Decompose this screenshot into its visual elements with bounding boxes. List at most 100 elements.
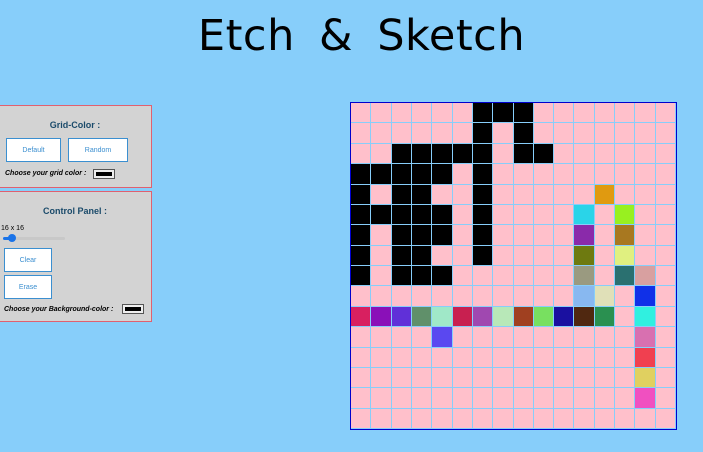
grid-cell[interactable] [554,367,575,389]
grid-cell[interactable] [371,164,392,185]
grid-cell[interactable] [351,286,372,307]
grid-cell[interactable] [371,367,392,389]
grid-cell[interactable] [411,184,433,205]
grid-cell[interactable] [452,164,473,185]
grid-cell[interactable] [452,347,473,368]
grid-cell[interactable] [472,408,494,429]
grid-cell[interactable] [432,245,453,266]
grid-cell[interactable] [594,143,616,165]
erase-button[interactable]: Erase [4,275,52,299]
grid-cell[interactable] [371,408,392,429]
grid-cell[interactable] [615,143,636,165]
grid-cell[interactable] [452,123,473,144]
grid-cell[interactable] [351,347,372,368]
sketch-grid[interactable] [350,102,677,430]
grid-cell[interactable] [635,327,656,348]
grid-cell[interactable] [371,347,392,368]
grid-cell[interactable] [533,184,555,205]
grid-cell[interactable] [594,286,616,307]
grid-cell[interactable] [493,347,514,368]
grid-cell[interactable] [411,225,433,246]
grid-cell[interactable] [513,408,534,429]
grid-cell[interactable] [655,347,676,368]
grid-cell[interactable] [554,164,575,185]
grid-cell[interactable] [411,123,433,144]
grid-cell[interactable] [391,143,412,165]
grid-cell[interactable] [411,286,433,307]
grid-cell[interactable] [351,164,372,185]
grid-cell[interactable] [655,164,676,185]
grid-size-slider-thumb[interactable] [7,234,16,242]
grid-cell[interactable] [472,347,494,368]
grid-cell[interactable] [533,388,555,409]
grid-cell[interactable] [391,388,412,409]
grid-cell[interactable] [533,225,555,246]
grid-cell[interactable] [452,408,473,429]
grid-cell[interactable] [615,347,636,368]
grid-cell[interactable] [432,327,453,348]
grid-cell[interactable] [432,184,453,205]
grid-cell[interactable] [615,123,636,144]
grid-cell[interactable] [635,388,656,409]
grid-cell[interactable] [635,184,656,205]
grid-cell[interactable] [371,143,392,165]
grid-cell[interactable] [472,225,494,246]
grid-cell[interactable] [554,123,575,144]
grid-cell[interactable] [513,123,534,144]
grid-cell[interactable] [533,367,555,389]
grid-cell[interactable] [493,327,514,348]
grid-cell[interactable] [594,204,616,226]
grid-cell[interactable] [615,306,636,328]
grid-cell[interactable] [655,225,676,246]
grid-cell[interactable] [391,204,412,226]
grid-cell[interactable] [432,367,453,389]
grid-cell[interactable] [391,184,412,205]
grid-cell[interactable] [452,266,473,287]
grid-cell[interactable] [452,286,473,307]
grid-cell[interactable] [513,103,534,124]
grid-cell[interactable] [594,408,616,429]
grid-cell[interactable] [594,245,616,266]
grid-cell[interactable] [574,367,595,389]
clear-button[interactable]: Clear [4,248,52,272]
grid-cell[interactable] [594,367,616,389]
grid-cell[interactable] [493,286,514,307]
grid-cell[interactable] [371,184,392,205]
grid-cell[interactable] [432,408,453,429]
grid-cell[interactable] [351,204,372,226]
grid-cell[interactable] [493,184,514,205]
grid-cell[interactable] [554,306,575,328]
grid-cell[interactable] [371,123,392,144]
grid-cell[interactable] [432,143,453,165]
grid-cell[interactable] [554,388,575,409]
grid-cell[interactable] [391,164,412,185]
grid-cell[interactable] [493,143,514,165]
grid-cell[interactable] [513,245,534,266]
grid-cell[interactable] [371,204,392,226]
grid-cell[interactable] [452,327,473,348]
grid-cell[interactable] [351,245,372,266]
grid-cell[interactable] [432,123,453,144]
grid-cell[interactable] [452,367,473,389]
grid-color-picker[interactable] [93,169,115,179]
grid-cell[interactable] [594,266,616,287]
grid-cell[interactable] [493,266,514,287]
grid-cell[interactable] [391,266,412,287]
grid-cell[interactable] [493,164,514,185]
grid-cell[interactable] [411,408,433,429]
grid-cell[interactable] [554,286,575,307]
grid-cell[interactable] [411,306,433,328]
grid-cell[interactable] [615,408,636,429]
grid-cell[interactable] [391,367,412,389]
grid-cell[interactable] [452,103,473,124]
grid-cell[interactable] [655,388,676,409]
grid-cell[interactable] [655,408,676,429]
grid-cell[interactable] [452,245,473,266]
grid-cell[interactable] [411,266,433,287]
grid-cell[interactable] [635,123,656,144]
grid-cell[interactable] [615,164,636,185]
grid-cell[interactable] [411,388,433,409]
grid-cell[interactable] [635,103,656,124]
grid-cell[interactable] [615,184,636,205]
grid-cell[interactable] [513,306,534,328]
